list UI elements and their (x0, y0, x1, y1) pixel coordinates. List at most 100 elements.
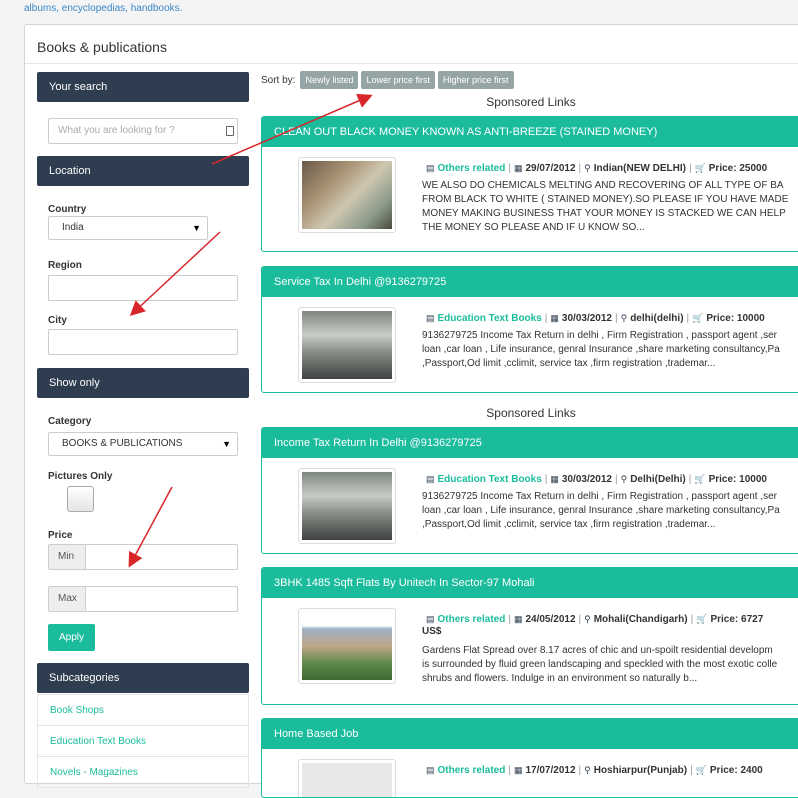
listing-location: Delhi(Delhi) (630, 474, 686, 485)
search-input[interactable]: What you are looking for ? (48, 118, 238, 144)
listing-thumbnail[interactable] (298, 307, 396, 383)
folder-icon: ▤ (426, 313, 435, 323)
listing-title[interactable]: Home Based Job (262, 719, 798, 749)
listing-location: Hoshiarpur(Punjab) (593, 765, 688, 776)
listing-price: Price: 10000 (708, 474, 767, 485)
show-only-section-header: Show only (37, 368, 249, 398)
listing-description: WE ALSO DO CHEMICALS MELTING AND RECOVER… (422, 180, 789, 233)
map-pin-icon: ⚲ (620, 474, 628, 484)
map-pin-icon: ⚲ (584, 163, 591, 173)
country-select[interactable]: India ▼ (48, 216, 208, 240)
sort-higher-price-button[interactable]: Higher price first (438, 71, 514, 89)
listing-thumbnail[interactable] (298, 608, 396, 684)
listing-thumbnail[interactable] (298, 759, 396, 797)
subcategory-book-shops[interactable]: Book Shops (38, 694, 248, 725)
listing-price: Price: 2400 (709, 765, 763, 776)
map-pin-icon: ⚲ (584, 614, 591, 624)
listing-meta: ▤ Education Text Books | ▦ 30/03/2012 | ⚲ Delhi… (426, 474, 767, 485)
listing-description: Gardens Flat Spread over 8.17 acres of c… (422, 645, 778, 684)
calendar-icon: ▦ (550, 313, 559, 323)
top-links[interactable]: albums, encyclopedias, handbooks. (24, 3, 182, 14)
listing-location: Indian(NEW DELHI) (593, 163, 686, 174)
listing-price: Price: 25000 (708, 163, 768, 174)
city-input[interactable] (48, 329, 238, 355)
price-min-field[interactable]: Min (48, 544, 238, 570)
listing-title[interactable]: 3BHK 1485 Sqft Flats By Unitech In Secto… (262, 568, 798, 598)
listing-card: 3BHK 1485 Sqft Flats By Unitech In Secto… (261, 567, 798, 705)
sort-newly-listed-button[interactable]: Newly listed (300, 71, 359, 89)
search-section-header: Your search (37, 72, 249, 102)
listing-card: CLEAN OUT BLACK MONEY KNOWN AS ANTI-BREE… (261, 116, 798, 252)
listing-thumbnail[interactable] (298, 468, 396, 544)
calendar-icon: ▦ (513, 614, 523, 624)
listing-price: Price: 6727 (710, 614, 764, 625)
search-placeholder: What you are looking for ? (58, 125, 175, 136)
pictures-only-checkbox[interactable] (67, 486, 94, 512)
subcategories-section-header: Subcategories (37, 663, 249, 693)
cart-icon: 🛒 (694, 474, 706, 484)
map-pin-icon: ⚲ (620, 313, 628, 323)
listing-title[interactable]: CLEAN OUT BLACK MONEY KNOWN AS ANTI-BREE… (262, 117, 798, 147)
listing-thumbnail[interactable] (298, 157, 396, 233)
main-panel: Books & publications Your search What yo… (24, 24, 798, 798)
listing-date: 17/07/2012 (525, 765, 576, 776)
subcategory-education-text-books[interactable]: Education Text Books (38, 725, 248, 756)
cart-icon: 🛒 (695, 765, 707, 775)
sort-bar: Sort by: Newly listed Lower price first … (261, 71, 514, 89)
listing-description: 9136279725 Income Tax Return in delhi , … (422, 330, 780, 369)
pictures-only-label: Pictures Only (48, 471, 113, 482)
sort-label: Sort by: (261, 74, 296, 86)
price-max-field[interactable]: Max (48, 586, 238, 612)
cart-icon: 🛒 (694, 163, 706, 173)
folder-icon: ▤ (426, 765, 435, 775)
category-select[interactable]: BOOKS & PUBLICATIONS ▼ (48, 432, 238, 456)
divider (25, 63, 798, 64)
region-input[interactable] (48, 275, 238, 301)
listing-meta: ▤ Others related | ▦ 17/07/2012 | ⚲ Hoshiarpur(… (426, 765, 763, 776)
listing-price-currency: US$ (422, 626, 442, 637)
listing-category[interactable]: Others related (438, 163, 506, 174)
price-label: Price (48, 530, 73, 541)
listing-title[interactable]: Service Tax In Delhi @9136279725 (262, 267, 798, 297)
chevron-down-icon: ▼ (222, 439, 231, 449)
listing-date: 24/05/2012 (525, 614, 576, 625)
listing-date: 30/03/2012 (561, 474, 612, 485)
sponsored-links-heading: Sponsored Links (486, 95, 576, 109)
listing-category[interactable]: Others related (438, 614, 506, 625)
category-label: Category (48, 416, 92, 427)
listing-location: Mohali(Chandigarh) (593, 614, 688, 625)
region-label: Region (48, 260, 82, 271)
listing-date: 30/03/2012 (561, 313, 612, 324)
search-icon[interactable] (226, 126, 234, 136)
subcategory-novels-magazines[interactable]: Novels - Magazines (38, 756, 248, 787)
city-label: City (48, 315, 67, 326)
listing-location: delhi(delhi) (630, 313, 684, 324)
subcategory-list: Book Shops Education Text Books Novels -… (37, 694, 249, 788)
calendar-icon: ▦ (550, 474, 559, 484)
sort-lower-price-button[interactable]: Lower price first (361, 71, 436, 89)
listing-meta: ▤ Others related | ▦ 29/07/2012 | ⚲ Indian(NEW … (426, 163, 768, 174)
page-title: Books & publications (37, 39, 167, 55)
listing-date: 29/07/2012 (525, 163, 576, 174)
folder-icon: ▤ (426, 474, 435, 484)
listing-card: Home Based Job ▤ Others related | ▦ 17/07/20… (261, 718, 798, 798)
listing-category[interactable]: Education Text Books (438, 474, 542, 485)
folder-icon: ▤ (426, 614, 435, 624)
location-section-header: Location (37, 156, 249, 186)
map-pin-icon: ⚲ (584, 765, 591, 775)
listing-price: Price: 10000 (706, 313, 765, 324)
calendar-icon: ▦ (513, 765, 523, 775)
listing-category[interactable]: Others related (438, 765, 506, 776)
cart-icon: 🛒 (692, 313, 704, 323)
category-value: BOOKS & PUBLICATIONS (62, 438, 183, 449)
country-label: Country (48, 204, 87, 215)
apply-button[interactable]: Apply (48, 624, 95, 651)
listing-card: Income Tax Return In Delhi @9136279725 ▤… (261, 427, 798, 554)
listing-description: 9136279725 Income Tax Return in delhi , … (422, 491, 780, 530)
listing-title[interactable]: Income Tax Return In Delhi @9136279725 (262, 428, 798, 458)
calendar-icon: ▦ (513, 163, 523, 173)
listing-meta: ▤ Others related | ▦ 24/05/2012 | ⚲ Mohali(Chan… (426, 614, 764, 625)
listing-category[interactable]: Education Text Books (438, 313, 542, 324)
min-label: Min (49, 545, 86, 569)
sponsored-links-heading: Sponsored Links (486, 406, 576, 420)
